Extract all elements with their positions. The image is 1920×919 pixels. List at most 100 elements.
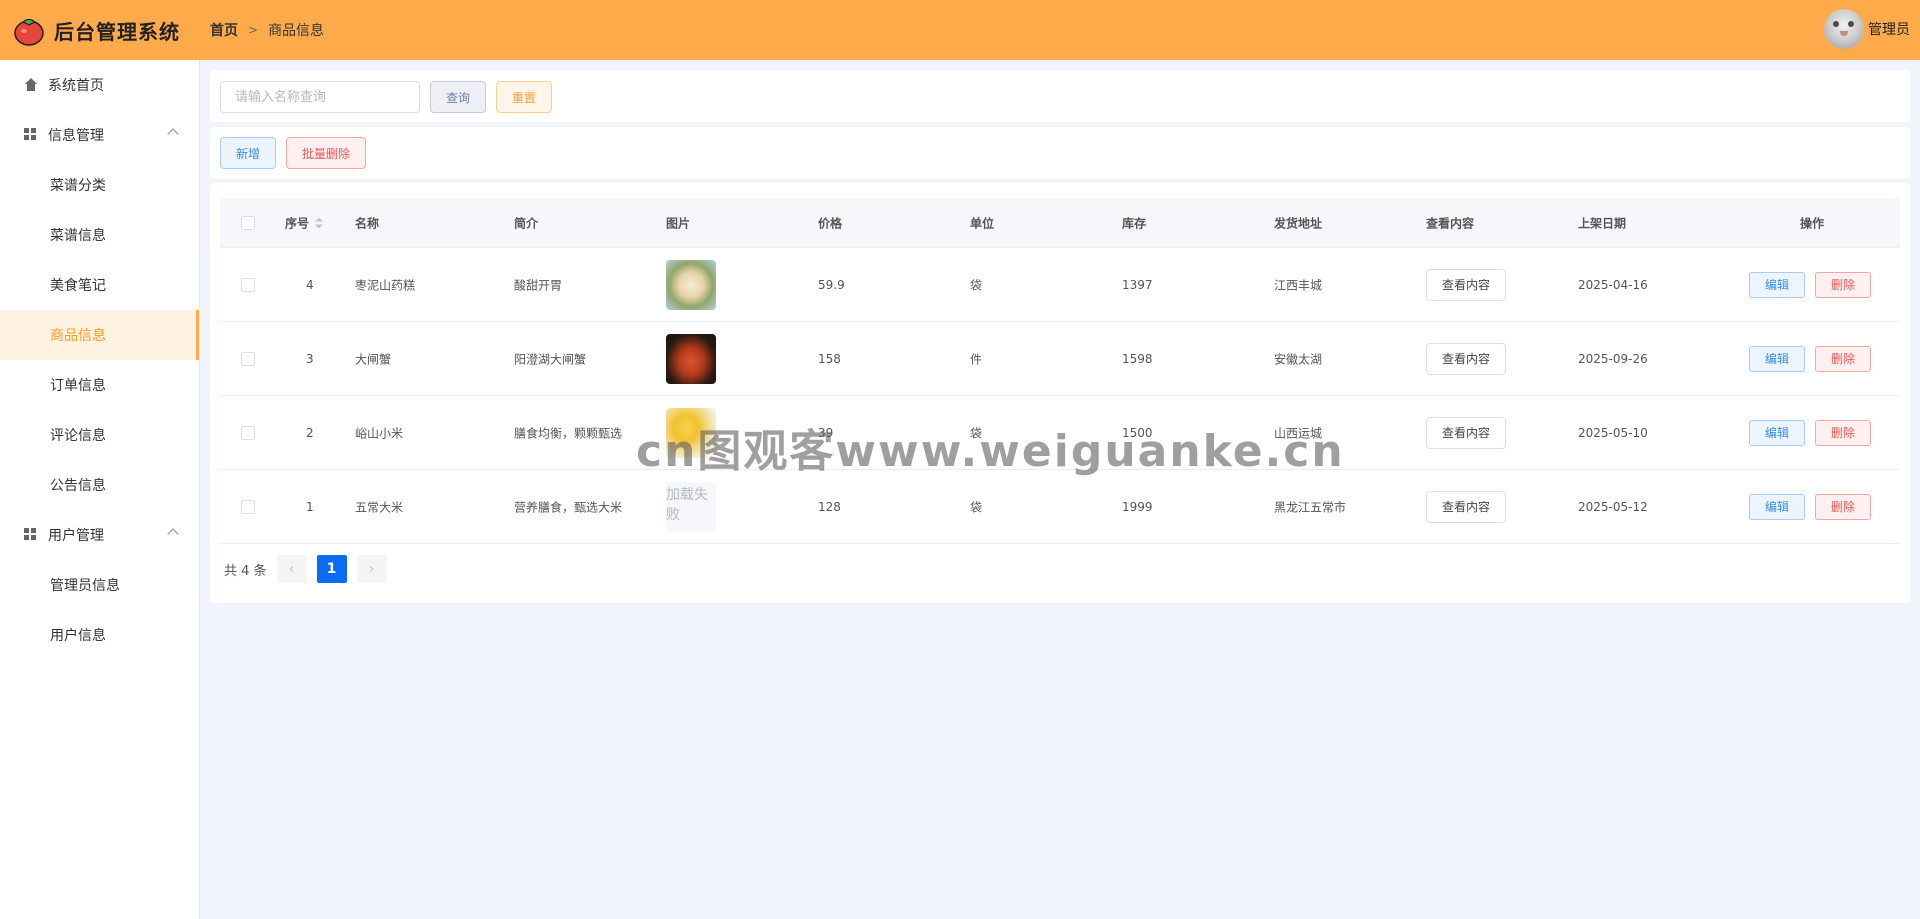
sidebar-group-info[interactable]: 信息管理 <box>0 110 199 160</box>
chevron-up-icon <box>167 128 179 140</box>
select-all-checkbox[interactable] <box>241 215 255 230</box>
sidebar-item-order-info[interactable]: 订单信息 <box>0 360 199 410</box>
edit-button[interactable]: 编辑 <box>1749 271 1805 298</box>
tomato-logo-icon <box>12 13 46 47</box>
table-row: 3 大闸蟹 阳澄湖大闸蟹 158 件 1598 安徽太湖 查看内容 2025-0… <box>220 322 1900 396</box>
product-image-pastry[interactable] <box>666 259 716 310</box>
prev-page-button[interactable]: ‹ <box>276 555 307 583</box>
edit-button[interactable]: 编辑 <box>1749 419 1805 446</box>
cell-date: 2025-05-10 <box>1578 425 1648 440</box>
row-checkbox[interactable] <box>241 351 255 366</box>
chevron-up-icon <box>167 528 179 540</box>
cell-date: 2025-09-26 <box>1578 351 1648 366</box>
cell-id: 3 <box>306 351 314 366</box>
cell-desc: 膳食均衡，颗颗甄选 <box>514 426 623 440</box>
table-row: 4 枣泥山药糕 酸甜开胃 59.9 袋 1397 江西丰城 查看内容 2025-… <box>220 248 1900 322</box>
sidebar-item-comment-info[interactable]: 评论信息 <box>0 410 199 460</box>
delete-button[interactable]: 删除 <box>1815 493 1871 520</box>
sort-icon[interactable] <box>315 217 324 230</box>
row-checkbox[interactable] <box>241 277 255 292</box>
sidebar-item-food-notes[interactable]: 美食笔记 <box>0 260 199 310</box>
sidebar-item-recipe-category[interactable]: 菜谱分类 <box>0 160 199 210</box>
cell-name: 枣泥山药糕 <box>355 278 416 292</box>
cell-price: 158 <box>818 351 841 366</box>
cell-date: 2025-05-12 <box>1578 499 1648 514</box>
add-button[interactable]: 新增 <box>220 137 276 169</box>
user-name[interactable]: 管理员 <box>1868 19 1910 39</box>
column-header-date: 上架日期 <box>1578 216 1627 230</box>
sidebar-item-home[interactable]: 系统首页 <box>0 60 199 110</box>
table-row: 1 五常大米 营养膳食，甄选大米 加载失败 128 袋 1999 黑龙江五常市 … <box>220 470 1900 544</box>
column-header-stock: 库存 <box>1122 216 1147 230</box>
pagination-total: 共 4 条 <box>224 563 267 579</box>
cell-id: 1 <box>306 499 314 514</box>
sidebar-group-label: 信息管理 <box>48 128 104 144</box>
cell-desc: 酸甜开胃 <box>514 278 563 292</box>
sidebar-group-label: 用户管理 <box>48 528 104 544</box>
view-content-button[interactable]: 查看内容 <box>1426 416 1506 449</box>
column-header-image: 图片 <box>666 216 691 230</box>
breadcrumb: 首页 > 商品信息 <box>210 20 324 40</box>
cell-price: 59.9 <box>818 277 845 292</box>
home-icon <box>24 78 38 92</box>
sidebar-item-product-info[interactable]: 商品信息 <box>0 310 199 360</box>
cell-stock: 1999 <box>1122 499 1153 514</box>
cell-price: 128 <box>818 499 841 514</box>
delete-button[interactable]: 删除 <box>1815 345 1871 372</box>
product-image-crab[interactable] <box>666 333 716 384</box>
sidebar-item-recipe-info[interactable]: 菜谱信息 <box>0 210 199 260</box>
cell-stock: 1598 <box>1122 351 1153 366</box>
column-header-view: 查看内容 <box>1426 216 1475 230</box>
view-content-button[interactable]: 查看内容 <box>1426 490 1506 523</box>
page-number-button[interactable]: 1 <box>316 555 347 583</box>
sidebar: 系统首页 信息管理 菜谱分类 菜谱信息 美食笔记 商品信息 订单信息 评论信息 … <box>0 60 200 919</box>
logo: 后台管理系统 <box>0 0 200 60</box>
cell-name: 大闸蟹 <box>355 352 392 366</box>
cell-address: 安徽太湖 <box>1274 352 1323 366</box>
cell-address: 江西丰城 <box>1274 278 1323 292</box>
cell-unit: 袋 <box>970 500 983 514</box>
cell-id: 4 <box>306 277 314 292</box>
cell-name: 五常大米 <box>355 500 404 514</box>
edit-button[interactable]: 编辑 <box>1749 345 1805 372</box>
grid-icon <box>24 528 38 542</box>
image-load-failed[interactable]: 加载失败 <box>666 481 716 532</box>
row-checkbox[interactable] <box>241 499 255 514</box>
sidebar-item-admin-info[interactable]: 管理员信息 <box>0 560 199 610</box>
top-header: 后台管理系统 首页 > 商品信息 管理员 <box>0 0 1920 60</box>
delete-button[interactable]: 删除 <box>1815 271 1871 298</box>
sidebar-group-users[interactable]: 用户管理 <box>0 510 199 560</box>
column-header-address: 发货地址 <box>1274 216 1323 230</box>
view-content-button[interactable]: 查看内容 <box>1426 342 1506 375</box>
edit-button[interactable]: 编辑 <box>1749 493 1805 520</box>
avatar[interactable] <box>1824 9 1864 49</box>
app-title: 后台管理系统 <box>54 19 180 44</box>
cell-name: 峪山小米 <box>355 426 404 440</box>
product-table-card: 序号 名称 简介 图片 价格 单位 库存 发货地址 查看内容 上架日期 操作 4… <box>210 183 1910 603</box>
reset-button[interactable]: 重置 <box>496 81 552 113</box>
watermark: cn图观客www.weiguanke.cn <box>636 426 1345 477</box>
breadcrumb-current: 商品信息 <box>268 23 325 39</box>
sidebar-item-user-info[interactable]: 用户信息 <box>0 610 199 660</box>
next-page-button[interactable]: › <box>356 555 387 583</box>
column-header-id[interactable]: 序号 <box>285 214 324 231</box>
table-header: 序号 名称 简介 图片 价格 单位 库存 发货地址 查看内容 上架日期 操作 <box>220 198 1900 248</box>
view-content-button[interactable]: 查看内容 <box>1426 268 1506 301</box>
user-menu[interactable]: 管理员 <box>1824 9 1910 49</box>
cell-address: 黑龙江五常市 <box>1274 500 1347 514</box>
action-bar: 新增 批量删除 <box>210 127 1910 179</box>
delete-button[interactable]: 删除 <box>1815 419 1871 446</box>
batch-delete-button[interactable]: 批量删除 <box>286 137 366 169</box>
cell-date: 2025-04-16 <box>1578 277 1648 292</box>
breadcrumb-home[interactable]: 首页 <box>210 20 238 40</box>
column-header-actions: 操作 <box>1800 216 1825 230</box>
search-bar: 查询 重置 <box>210 70 1910 122</box>
sidebar-item-notice-info[interactable]: 公告信息 <box>0 460 199 510</box>
row-checkbox[interactable] <box>241 425 255 440</box>
cell-desc: 营养膳食，甄选大米 <box>514 500 623 514</box>
search-input[interactable] <box>220 81 420 113</box>
cell-desc: 阳澄湖大闸蟹 <box>514 352 587 366</box>
query-button[interactable]: 查询 <box>430 81 486 113</box>
chevron-right-icon: > <box>248 23 259 37</box>
column-header-unit: 单位 <box>970 216 995 230</box>
